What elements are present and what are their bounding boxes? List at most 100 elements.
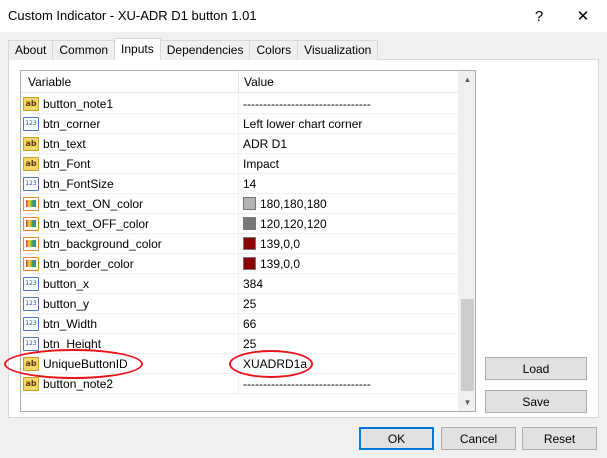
- value-cell[interactable]: --------------------------------: [239, 94, 458, 113]
- variable-cell[interactable]: ab UniqueButtonID: [21, 354, 239, 373]
- variable-value: XUADRD1a: [243, 356, 308, 371]
- tab-strip: About Common Inputs Dependencies Colors …: [8, 38, 379, 60]
- value-cell[interactable]: 384: [239, 274, 458, 293]
- variable-name: btn_text: [43, 136, 86, 151]
- variable-cell[interactable]: 123 btn_Height: [21, 334, 239, 353]
- color-type-icon: [23, 196, 39, 211]
- header-variable[interactable]: Variable: [21, 71, 239, 93]
- table-row[interactable]: 123 btn_corner Left lower chart corner: [21, 114, 458, 134]
- integer-type-icon: 123: [23, 276, 39, 291]
- reset-button[interactable]: Reset: [522, 427, 597, 450]
- value-cell[interactable]: XUADRD1a: [239, 354, 458, 373]
- string-type-icon: ab: [23, 356, 39, 371]
- tab-visualization[interactable]: Visualization: [297, 40, 379, 60]
- variable-value: 25: [243, 296, 257, 311]
- vertical-scrollbar[interactable]: ▲ ▼: [458, 71, 475, 411]
- scroll-up-arrow-icon[interactable]: ▲: [459, 71, 475, 88]
- variable-cell[interactable]: btn_border_color: [21, 254, 239, 273]
- scroll-thumb[interactable]: [461, 299, 474, 391]
- string-type-icon: ab: [23, 376, 39, 391]
- value-cell[interactable]: Impact: [239, 154, 458, 173]
- variable-cell[interactable]: btn_text_ON_color: [21, 194, 239, 213]
- tab-dependencies[interactable]: Dependencies: [159, 40, 251, 60]
- value-cell[interactable]: --------------------------------: [239, 374, 458, 393]
- table-row[interactable]: ab button_note2 --------------------------…: [21, 374, 458, 394]
- variable-cell[interactable]: 123 btn_FontSize: [21, 174, 239, 193]
- table-row[interactable]: btn_border_color 139,0,0: [21, 254, 458, 274]
- value-cell[interactable]: 139,0,0: [239, 234, 458, 253]
- value-cell[interactable]: 66: [239, 314, 458, 333]
- variable-cell[interactable]: ab btn_text: [21, 134, 239, 153]
- tab-about[interactable]: About: [8, 40, 54, 60]
- variable-name: btn_background_color: [43, 236, 162, 251]
- value-cell[interactable]: ADR D1: [239, 134, 458, 153]
- variable-value: 139,0,0: [260, 236, 301, 251]
- value-cell[interactable]: 25: [239, 294, 458, 313]
- variable-value: 14: [243, 176, 257, 191]
- color-swatch: [243, 237, 256, 250]
- value-cell[interactable]: 180,180,180: [239, 194, 458, 213]
- table-row[interactable]: ab button_note1 --------------------------…: [21, 94, 458, 114]
- value-cell[interactable]: 120,120,120: [239, 214, 458, 233]
- variable-cell[interactable]: ab button_note1: [21, 94, 239, 113]
- table-row[interactable]: ab btn_Font Impact: [21, 154, 458, 174]
- variable-name: btn_text_OFF_color: [43, 216, 150, 231]
- variable-value: 139,0,0: [260, 256, 301, 271]
- table-row[interactable]: ab btn_text ADR D1: [21, 134, 458, 154]
- integer-type-icon: 123: [23, 316, 39, 331]
- variable-name: btn_Width: [43, 316, 98, 331]
- variable-cell[interactable]: 123 btn_Width: [21, 314, 239, 333]
- variable-cell[interactable]: btn_background_color: [21, 234, 239, 253]
- value-cell[interactable]: 25: [239, 334, 458, 353]
- color-type-icon: [23, 236, 39, 251]
- variable-name: button_note2: [43, 376, 114, 391]
- variable-name: btn_Height: [43, 336, 102, 351]
- variable-name: button_x: [43, 276, 90, 291]
- variable-value: ADR D1: [243, 136, 288, 151]
- help-button[interactable]: ?: [517, 2, 561, 30]
- value-cell[interactable]: 14: [239, 174, 458, 193]
- title-bar: Custom Indicator - XU-ADR D1 button 1.01…: [0, 0, 607, 32]
- integer-type-icon: 123: [23, 116, 39, 131]
- value-cell[interactable]: 139,0,0: [239, 254, 458, 273]
- integer-type-icon: 123: [23, 176, 39, 191]
- variable-cell[interactable]: btn_text_OFF_color: [21, 214, 239, 233]
- variable-value: 66: [243, 316, 257, 331]
- variable-cell[interactable]: 123 button_x: [21, 274, 239, 293]
- variable-name: btn_border_color: [43, 256, 134, 271]
- color-type-icon: [23, 216, 39, 231]
- inputs-grid[interactable]: Variable Value ab button_note1 -----------…: [20, 70, 476, 412]
- string-type-icon: ab: [23, 136, 39, 151]
- table-row[interactable]: ab UniqueButtonID XUADRD1a: [21, 354, 458, 374]
- integer-type-icon: 123: [23, 296, 39, 311]
- grid-header: Variable Value: [21, 71, 458, 93]
- variable-value: Impact: [243, 156, 280, 171]
- table-row[interactable]: 123 btn_FontSize 14: [21, 174, 458, 194]
- variable-cell[interactable]: 123 btn_corner: [21, 114, 239, 133]
- table-row[interactable]: 123 button_x 384: [21, 274, 458, 294]
- ok-button[interactable]: OK: [359, 427, 434, 450]
- variable-cell[interactable]: ab btn_Font: [21, 154, 239, 173]
- tab-colors[interactable]: Colors: [249, 40, 299, 60]
- variable-value: 120,120,120: [260, 216, 327, 231]
- table-row[interactable]: 123 button_y 25: [21, 294, 458, 314]
- close-button[interactable]: ✕: [561, 2, 605, 30]
- value-cell[interactable]: Left lower chart corner: [239, 114, 458, 133]
- table-row[interactable]: btn_text_ON_color 180,180,180: [21, 194, 458, 214]
- load-button[interactable]: Load: [485, 357, 587, 380]
- variable-value: --------------------------------: [243, 96, 371, 111]
- table-row[interactable]: 123 btn_Width 66: [21, 314, 458, 334]
- table-row[interactable]: 123 btn_Height 25: [21, 334, 458, 354]
- variable-name: btn_corner: [43, 116, 101, 131]
- integer-type-icon: 123: [23, 336, 39, 351]
- variable-cell[interactable]: ab button_note2: [21, 374, 239, 393]
- header-value[interactable]: Value: [239, 71, 458, 93]
- table-row[interactable]: btn_text_OFF_color 120,120,120: [21, 214, 458, 234]
- tab-inputs[interactable]: Inputs: [114, 38, 161, 60]
- cancel-button[interactable]: Cancel: [441, 427, 516, 450]
- save-button[interactable]: Save: [485, 390, 587, 413]
- table-row[interactable]: btn_background_color 139,0,0: [21, 234, 458, 254]
- scroll-down-arrow-icon[interactable]: ▼: [459, 394, 475, 411]
- variable-cell[interactable]: 123 button_y: [21, 294, 239, 313]
- tab-common[interactable]: Common: [52, 40, 116, 60]
